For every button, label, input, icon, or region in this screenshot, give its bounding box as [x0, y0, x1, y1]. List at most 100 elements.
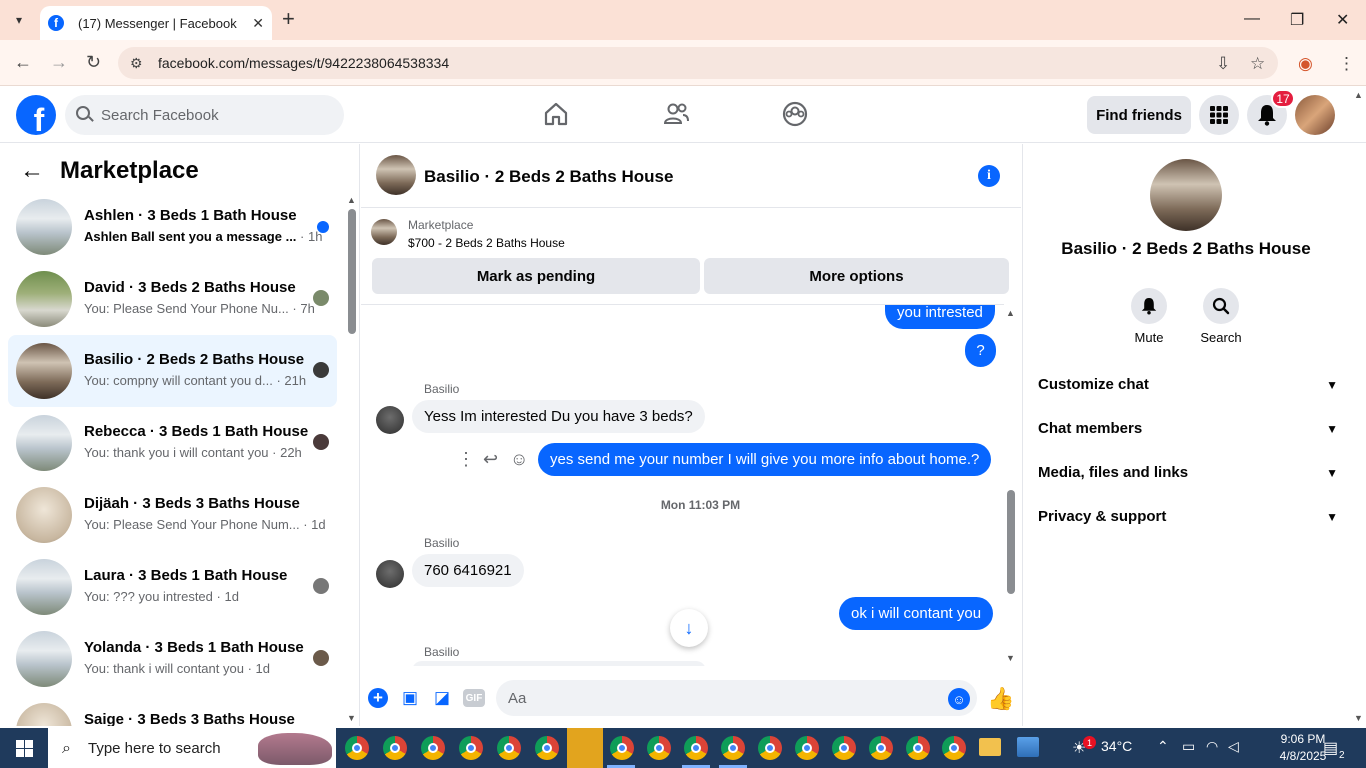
groups-icon[interactable] — [781, 100, 809, 128]
chrome-app-icon[interactable] — [832, 736, 856, 760]
chat-members-section[interactable]: Chat members ▼ — [1038, 420, 1338, 437]
account-avatar[interactable] — [1295, 95, 1335, 135]
scroll-to-bottom-button[interactable]: ↓ — [670, 609, 708, 647]
bookmark-star-icon[interactable]: ☆ — [1250, 54, 1265, 74]
reply-icon[interactable]: ↩ — [483, 449, 498, 470]
profile-icon[interactable]: ◉ — [1298, 54, 1313, 74]
facebook-search-input[interactable]: Search Facebook — [65, 95, 344, 135]
site-info-icon[interactable]: ⚙ — [130, 55, 143, 72]
sender-avatar[interactable] — [376, 560, 404, 588]
conversation-item[interactable]: Laura · 3 Beds 1 Bath House You: ??? you… — [8, 551, 337, 623]
mute-button[interactable]: Mute — [1119, 288, 1179, 345]
chrome-app-icon[interactable] — [497, 736, 521, 760]
chrome-app-icon[interactable] — [535, 736, 559, 760]
chevron-up-icon[interactable]: ⌃ — [1157, 738, 1169, 755]
more-icon[interactable]: ⋮ — [457, 449, 475, 470]
media-files-links-section[interactable]: Media, files and links ▼ — [1038, 464, 1338, 481]
incoming-message[interactable]: Yess Im interested Du you have 3 beds? — [412, 400, 705, 433]
new-tab-icon[interactable]: + — [282, 8, 295, 30]
conversation-item[interactable]: David · 3 Beds 2 Baths House You: Please… — [8, 263, 337, 335]
sender-avatar[interactable] — [376, 406, 404, 434]
mark-as-pending-button[interactable]: Mark as pending — [372, 258, 700, 294]
outgoing-message[interactable]: yes send me your number I will give you … — [538, 443, 992, 476]
chrome-app-icon[interactable] — [421, 736, 445, 760]
scroll-up-arrow-icon[interactable]: ▲ — [1006, 308, 1015, 318]
info-icon[interactable]: i — [978, 165, 1000, 187]
tab-search-icon[interactable]: ▾ — [8, 9, 30, 31]
chrome-app-icon[interactable] — [758, 736, 782, 760]
sticky-notes-app-icon[interactable] — [567, 728, 603, 768]
back-arrow-icon[interactable]: ← — [20, 157, 44, 185]
home-icon[interactable] — [542, 100, 570, 128]
action-center-icon[interactable]: ▤ — [1323, 738, 1338, 758]
menu-grid-button[interactable] — [1199, 95, 1239, 135]
conversation-item[interactable]: Rebecca · 3 Beds 1 Bath House You: thank… — [8, 407, 337, 479]
photo-icon[interactable]: ▣ — [400, 688, 420, 708]
sticker-icon[interactable]: ◪ — [432, 688, 452, 708]
outgoing-message[interactable]: ok i will contant you — [839, 597, 994, 630]
browser-tab[interactable]: f (17) Messenger | Facebook ✕ — [40, 6, 272, 40]
close-window-icon[interactable]: ✕ — [1336, 10, 1349, 30]
restore-icon[interactable]: ❐ — [1290, 10, 1304, 30]
chat-title[interactable]: Basilio · 2 Beds 2 Baths House — [424, 167, 673, 187]
conversation-item[interactable]: Basilio · 2 Beds 2 Baths House You: comp… — [8, 335, 337, 407]
more-options-button[interactable]: More options — [704, 258, 1009, 294]
search-in-chat-button[interactable]: Search — [1191, 288, 1251, 345]
forward-icon[interactable]: → — [50, 52, 68, 73]
scroll-down-arrow-icon[interactable]: ▼ — [347, 713, 356, 723]
install-app-icon[interactable]: ⇩ — [1216, 54, 1230, 74]
listing-thumbnail[interactable] — [371, 219, 397, 245]
privacy-support-section[interactable]: Privacy & support ▼ — [1038, 508, 1338, 525]
conversation-item[interactable]: Yolanda · 3 Beds 1 Bath House You: thank… — [8, 623, 337, 695]
plus-icon[interactable]: + — [368, 688, 388, 708]
scroll-up-arrow-icon[interactable]: ▲ — [347, 195, 356, 205]
conversation-item[interactable]: Saige · 3 Beds 3 Baths House — [8, 695, 337, 726]
chat-thumbnail[interactable] — [376, 155, 416, 195]
outgoing-message[interactable]: you intrested — [885, 305, 995, 329]
browser-menu-icon[interactable]: ⋮ — [1338, 54, 1355, 74]
incoming-message[interactable]: 760 6416921 — [412, 554, 524, 587]
chrome-app-icon[interactable] — [906, 736, 930, 760]
chrome-app-icon[interactable] — [647, 736, 671, 760]
scroll-down-arrow-icon[interactable]: ▼ — [1354, 713, 1363, 723]
sidebar-scrollbar[interactable] — [348, 209, 356, 334]
file-explorer-icon[interactable] — [979, 738, 1001, 756]
minimize-icon[interactable]: — — [1244, 10, 1260, 28]
chrome-app-icon[interactable] — [610, 736, 634, 760]
chrome-app-icon[interactable] — [684, 736, 708, 760]
scroll-up-arrow-icon[interactable]: ▲ — [1354, 90, 1363, 100]
photos-app-icon[interactable] — [1017, 737, 1039, 757]
chrome-app-icon[interactable] — [795, 736, 819, 760]
outgoing-message[interactable]: ? — [965, 334, 996, 367]
chrome-app-icon[interactable] — [345, 736, 369, 760]
back-icon[interactable]: ← — [14, 52, 32, 73]
url-bar[interactable]: ⚙ facebook.com/messages/t/94222380645383… — [118, 47, 1278, 79]
windows-start-icon[interactable] — [16, 740, 33, 757]
react-smiley-icon[interactable]: ☺ — [510, 449, 528, 470]
scroll-down-arrow-icon[interactable]: ▼ — [1006, 653, 1015, 663]
thumbs-up-icon[interactable]: 👍 — [987, 686, 1014, 712]
conversation-item[interactable]: Dijäah · 3 Beds 3 Baths House You: Pleas… — [8, 479, 337, 551]
gif-icon[interactable]: GIF — [463, 689, 485, 707]
chrome-app-icon[interactable] — [459, 736, 483, 760]
volume-icon[interactable]: ◁ — [1228, 738, 1239, 755]
listing-thumbnail[interactable] — [1150, 159, 1222, 231]
message-input[interactable]: Aa — [496, 680, 977, 716]
tab-close-icon[interactable]: ✕ — [252, 15, 264, 32]
find-friends-button[interactable]: Find friends — [1087, 96, 1191, 134]
emoji-icon[interactable]: ☺ — [948, 688, 970, 710]
chat-scrollbar[interactable] — [1007, 490, 1015, 594]
friends-icon[interactable] — [662, 100, 690, 128]
chrome-app-icon[interactable] — [721, 736, 745, 760]
facebook-logo-icon[interactable]: f — [16, 95, 56, 135]
wifi-icon[interactable]: ◠ — [1206, 738, 1218, 755]
battery-icon[interactable]: ▭ — [1182, 738, 1195, 755]
conversation-item[interactable]: Ashlen · 3 Beds 1 Bath House Ashlen Ball… — [8, 191, 337, 263]
reload-icon[interactable]: ↻ — [86, 52, 101, 73]
listing-price[interactable]: $700 - 2 Beds 2 Baths House — [408, 236, 565, 250]
customize-chat-section[interactable]: Customize chat ▼ — [1038, 376, 1338, 393]
chrome-app-icon[interactable] — [869, 736, 893, 760]
chrome-app-icon[interactable] — [383, 736, 407, 760]
weather-temp[interactable]: 34°C — [1101, 738, 1132, 754]
chrome-app-icon[interactable] — [942, 736, 966, 760]
